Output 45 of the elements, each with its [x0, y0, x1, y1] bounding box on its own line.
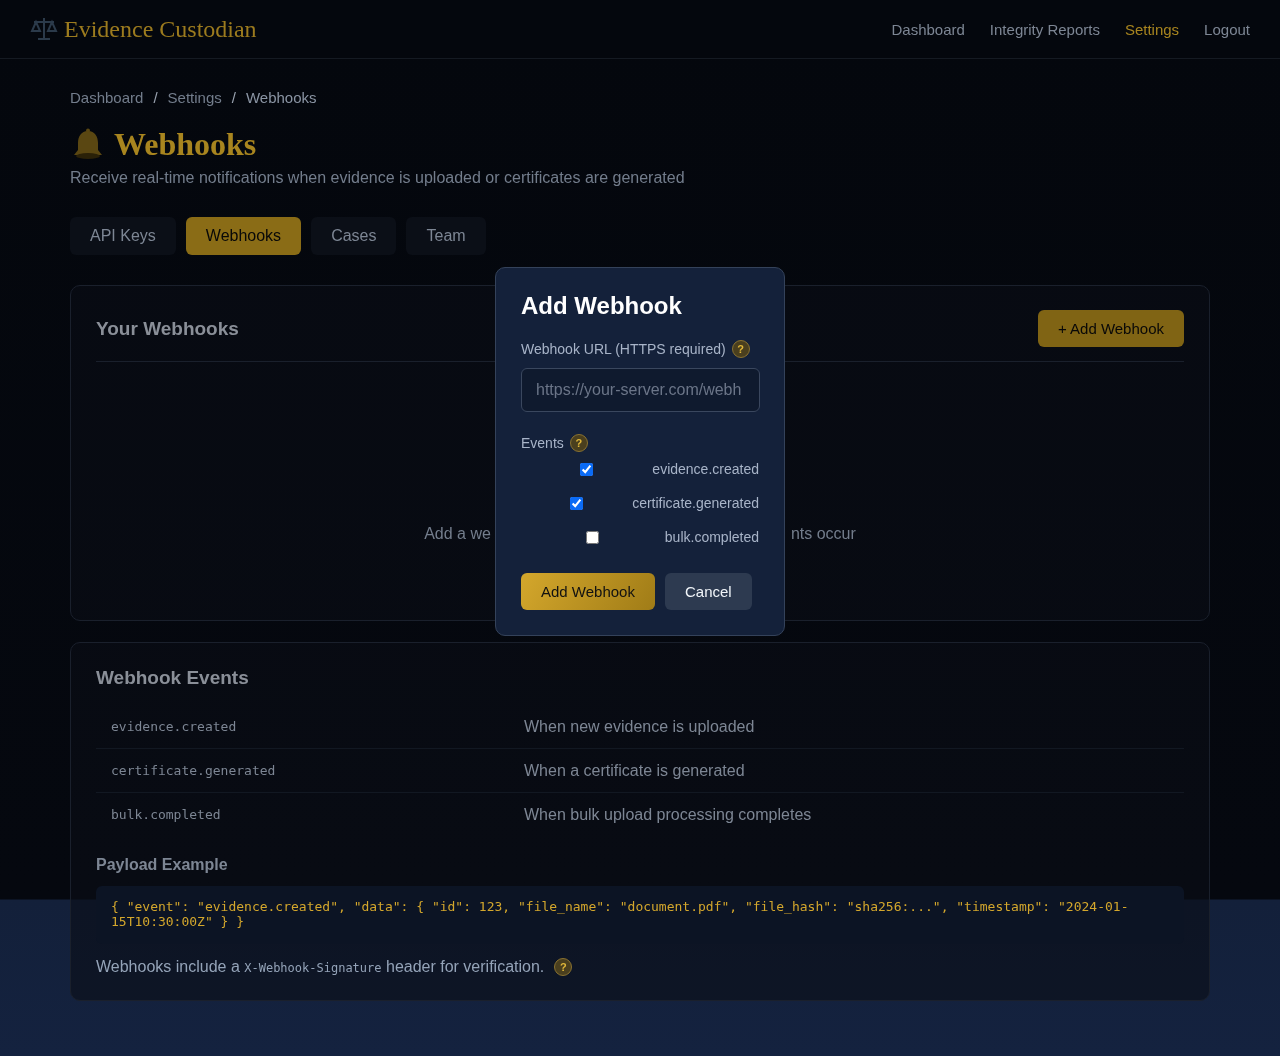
tab[interactable]: Team — [406, 217, 486, 255]
empty-state-text: nts occur — [790, 525, 856, 543]
nav-link[interactable]: Settings — [1124, 20, 1180, 38]
event-description: When a certificate is generated — [524, 761, 746, 780]
event-description: When new evidence is uploaded — [524, 717, 756, 736]
breadcrumb-separator: / — [231, 89, 236, 106]
card-title: Your Webhooks — [96, 317, 239, 340]
cancel-button[interactable]: Cancel — [664, 573, 752, 610]
section-title: Payload Example — [96, 856, 229, 874]
checkbox-label: bulk.completed — [664, 529, 759, 545]
breadcrumb-link[interactable]: Dashboard — [70, 89, 144, 106]
nav-link[interactable]: Dashboard — [891, 20, 965, 38]
signature-note: Webhooks include a X-Webhook-Signature header for verification. — [96, 957, 545, 976]
scale-icon — [30, 15, 58, 43]
field-label: Events — [521, 435, 564, 451]
page-title: Webhooks — [114, 126, 257, 163]
empty-state-text: Add a we — [424, 525, 491, 543]
breadcrumb-separator: / — [153, 89, 158, 106]
event-name: evidence.created — [110, 719, 238, 734]
nav-link[interactable]: Integrity Reports — [989, 20, 1100, 38]
event-name: bulk.completed — [110, 807, 222, 822]
page-subtitle: Receive real-time notifications when evidence is uploaded or certificates are generated — [70, 169, 686, 187]
url-input-field[interactable]: https://your-server.com/webh — [521, 368, 760, 412]
breadcrumb-current: Webhooks — [245, 89, 317, 106]
submit-button[interactable]: Add Webhook — [521, 573, 655, 610]
event-checkbox[interactable] — [580, 462, 594, 476]
event-checkbox[interactable] — [586, 530, 600, 544]
event-description: When bulk upload processing completes — [524, 805, 813, 824]
help-icon[interactable]: ? — [731, 340, 750, 358]
checkbox-label: certificate.generated — [632, 495, 759, 511]
event-name: certificate.generated — [110, 763, 277, 778]
tab[interactable]: Webhooks — [185, 217, 302, 255]
help-icon[interactable]: ? — [569, 434, 588, 452]
card-title: Webhook Events — [96, 667, 250, 689]
tab[interactable]: Cases — [311, 217, 397, 255]
dialog-title: Add Webhook — [521, 292, 683, 320]
nav-link[interactable]: Logout — [1204, 20, 1250, 38]
brand-name[interactable]: Evidence Custodian — [64, 15, 257, 43]
field-label: Webhook URL (HTTPS required) — [521, 341, 726, 357]
breadcrumb-link[interactable]: Settings — [167, 89, 222, 106]
add-webhook-button[interactable]: + Add Webhook — [1037, 310, 1184, 347]
event-checkbox[interactable] — [570, 496, 584, 510]
checkbox-label: evidence.created — [652, 461, 759, 477]
help-icon[interactable]: ? — [554, 957, 573, 976]
tab[interactable]: API Keys — [70, 217, 176, 255]
